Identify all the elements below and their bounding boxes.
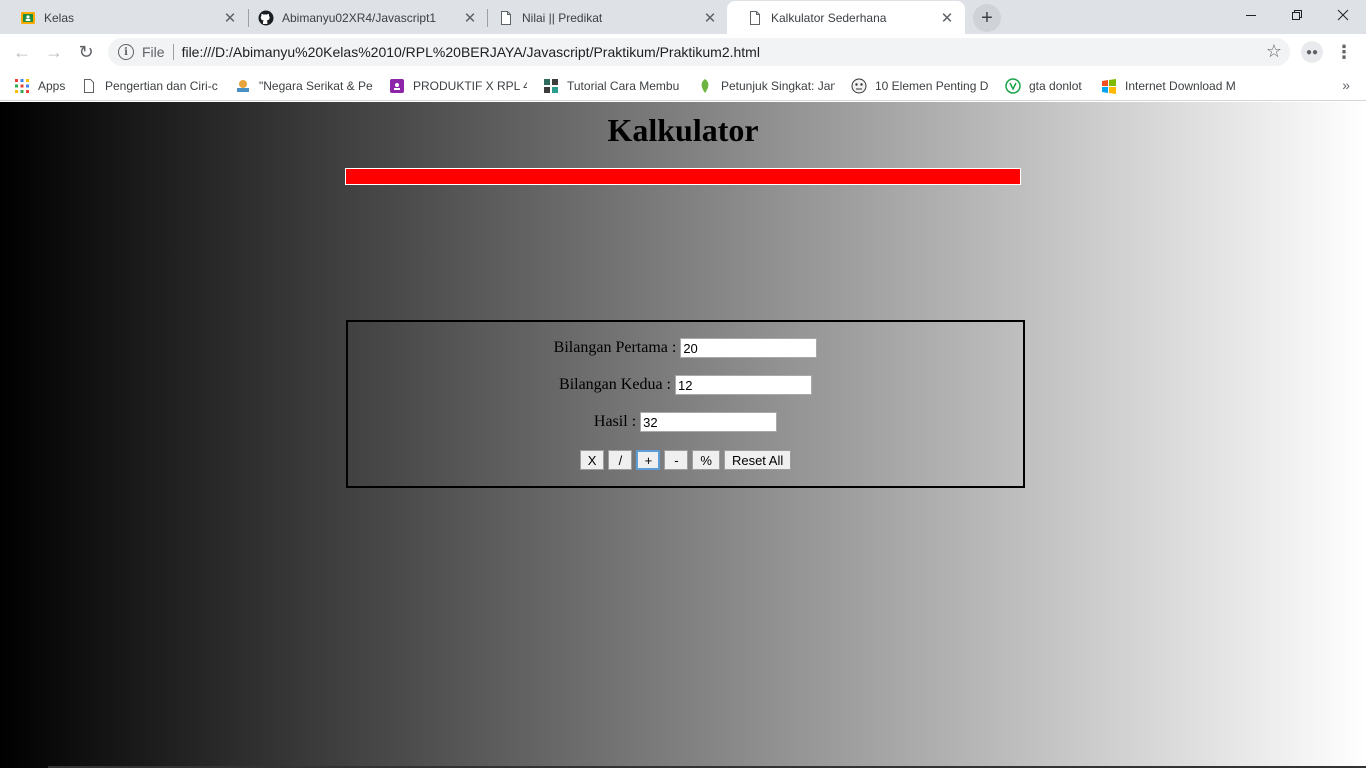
- bookmark-label: PRODUKTIF X RPL 4 -: [413, 79, 527, 93]
- bookmark-label: Petunjuk Singkat: Jan: [721, 79, 835, 93]
- tab-title: Nilai || Predikat: [522, 10, 603, 25]
- arrow-left-icon: ←: [13, 41, 31, 62]
- reload-button[interactable]: ↻: [72, 38, 100, 66]
- bookmark-item[interactable]: gta donlot: [1005, 76, 1093, 96]
- reset-all-button[interactable]: Reset All: [723, 450, 792, 470]
- close-window-button[interactable]: [1320, 0, 1366, 30]
- tab-kelas[interactable]: Kelas ✕: [0, 1, 248, 34]
- plus-icon: +: [981, 6, 993, 29]
- chevron-double-right-icon[interactable]: »: [1342, 77, 1350, 93]
- bookmark-label: "Negara Serikat & Pe: [259, 79, 373, 93]
- first-number-label: Bilangan Pertama :: [553, 339, 677, 356]
- tab-title: Abimanyu02XR4/Javascript1: [282, 10, 437, 25]
- minimize-icon: [1246, 15, 1256, 16]
- divide-button[interactable]: /: [608, 450, 633, 470]
- page-title: Kalkulator: [607, 112, 759, 148]
- page-icon: [498, 10, 514, 26]
- bookmark-item[interactable]: Internet Download M: [1101, 76, 1239, 96]
- globe-icon: [235, 78, 251, 94]
- close-icon[interactable]: ✕: [222, 10, 238, 27]
- tutorial-icon: [543, 78, 559, 94]
- info-icon[interactable]: i: [118, 44, 134, 60]
- modulo-button[interactable]: %: [692, 450, 720, 470]
- multiply-button[interactable]: X: [579, 450, 605, 470]
- kebab-menu-icon[interactable]: ⋮: [1334, 40, 1354, 64]
- result-label: Hasil :: [593, 413, 637, 430]
- bookmark-label: gta donlot: [1029, 79, 1082, 93]
- divider: [172, 44, 174, 60]
- reload-icon: ↻: [78, 41, 94, 62]
- bookmark-apps[interactable]: Apps: [14, 76, 65, 96]
- tab-nilai-predikat[interactable]: Nilai || Predikat ✕: [478, 1, 728, 34]
- bookmark-item[interactable]: PRODUKTIF X RPL 4 -: [389, 76, 527, 96]
- restore-button[interactable]: [1274, 0, 1320, 30]
- page-icon: [747, 10, 763, 26]
- apps-grid-icon: [14, 78, 30, 94]
- second-number-input[interactable]: [674, 375, 812, 395]
- close-icon: [1337, 9, 1349, 21]
- bookmark-item[interactable]: Tutorial Cara Membu: [543, 76, 681, 96]
- bookmark-label: Internet Download M: [1125, 79, 1236, 93]
- minimize-button[interactable]: [1228, 0, 1274, 30]
- bookmark-label: Pengertian dan Ciri-c: [105, 79, 218, 93]
- address-bar[interactable]: i File file:///D:/Abimanyu%20Kelas%2010/…: [108, 38, 1290, 66]
- bookmark-item[interactable]: "Negara Serikat & Pe: [235, 76, 373, 96]
- subtract-button[interactable]: -: [664, 450, 689, 470]
- second-number-label: Bilangan Kedua :: [559, 376, 671, 393]
- first-number-row: Bilangan Pertama :: [348, 338, 1023, 358]
- close-icon[interactable]: ✕: [702, 10, 718, 27]
- restore-icon: [1292, 10, 1302, 20]
- bookmark-item[interactable]: Petunjuk Singkat: Jan: [697, 76, 835, 96]
- tab-title: Kelas: [44, 10, 75, 25]
- red-banner-bar: [345, 168, 1021, 185]
- calculator-panel: Bilangan Pertama : Bilangan Kedua : Hasi…: [346, 320, 1025, 488]
- page-content: Kalkulator Bilangan Pertama : Bilangan K…: [0, 102, 1366, 768]
- add-button[interactable]: +: [636, 450, 661, 470]
- close-icon[interactable]: ✕: [939, 10, 955, 27]
- tab-title: Kalkulator Sederhana: [771, 10, 887, 25]
- scheme-label: File: [142, 44, 165, 60]
- bookmark-item[interactable]: Pengertian dan Ciri-c: [81, 76, 221, 96]
- leaf-icon: [697, 78, 713, 94]
- url-text[interactable]: file:///D:/Abimanyu%20Kelas%2010/RPL%20B…: [182, 44, 760, 60]
- bookmark-label: Tutorial Cara Membu: [567, 79, 680, 93]
- arrow-right-icon: →: [45, 41, 63, 62]
- close-icon[interactable]: ✕: [462, 10, 478, 27]
- tab-strip: Kelas ✕ Abimanyu02XR4/Javascript1 ✕ Nila…: [0, 0, 1366, 34]
- bookmarks-bar: Apps Pengertian dan Ciri-c "Negara Serik…: [0, 70, 1366, 101]
- first-number-input[interactable]: [680, 338, 818, 358]
- tab-kalkulator-sederhana[interactable]: Kalkulator Sederhana ✕: [727, 1, 965, 34]
- vuz-icon: [1005, 78, 1021, 94]
- new-tab-button[interactable]: +: [973, 4, 1001, 32]
- classroom-icon: [389, 78, 405, 94]
- github-icon: [258, 10, 274, 26]
- tab-github[interactable]: Abimanyu02XR4/Javascript1 ✕: [238, 1, 488, 34]
- bookmark-star-icon[interactable]: ☆: [1266, 41, 1282, 62]
- bookmark-label: 10 Elemen Penting D: [875, 79, 989, 93]
- back-button[interactable]: ←: [8, 38, 36, 66]
- second-number-row: Bilangan Kedua :: [348, 375, 1023, 395]
- browser-toolbar: ← → ↻ i File file:///D:/Abimanyu%20Kelas…: [0, 34, 1366, 70]
- bookmark-item[interactable]: 10 Elemen Penting D: [851, 76, 989, 96]
- google-classroom-icon: [20, 10, 36, 26]
- result-input[interactable]: [640, 412, 778, 432]
- forward-button[interactable]: →: [40, 38, 68, 66]
- profile-avatar-icon[interactable]: ●●: [1301, 41, 1323, 63]
- emoji-icon: [851, 78, 867, 94]
- operation-buttons: X / + - % Reset All: [348, 450, 1023, 470]
- bookmark-label: Apps: [38, 79, 66, 93]
- windows-icon: [1101, 78, 1117, 94]
- result-row: Hasil :: [348, 412, 1023, 432]
- page-icon: [81, 78, 97, 94]
